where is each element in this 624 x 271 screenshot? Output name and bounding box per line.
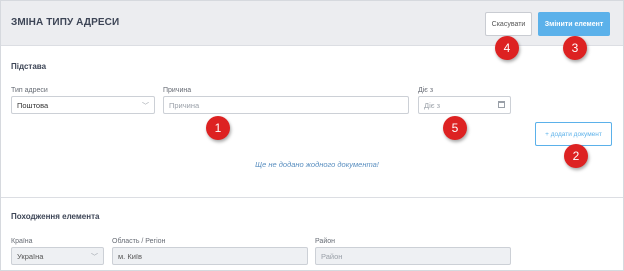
save-button[interactable]: Змінити елемент — [538, 12, 610, 36]
valid-from-date-input[interactable]: Діє з — [418, 96, 511, 114]
country-select: Україна ﹀ — [11, 247, 104, 265]
origin-section-title: Походження елемента — [11, 212, 100, 221]
country-label: Країна — [11, 238, 33, 245]
basis-section-title: Підстава — [11, 62, 47, 71]
reason-label: Причина — [163, 87, 192, 94]
reason-input[interactable]: Причина — [163, 96, 409, 114]
add-document-button[interactable]: + додати документ — [535, 122, 612, 146]
dialog-header: ЗМІНА ТИПУ АДРЕСИ Скасувати Змінити елем… — [1, 1, 623, 46]
chevron-down-icon: ﹀ — [142, 103, 149, 110]
address-type-value: Поштова — [17, 100, 49, 110]
region-label: Область / Регіон — [112, 238, 166, 245]
dialog-title: ЗМІНА ТИПУ АДРЕСИ — [11, 17, 120, 28]
valid-from-label: Діє з — [418, 87, 434, 94]
region-value: м. Київ — [118, 251, 142, 261]
address-type-select[interactable]: Поштова ﹀ — [11, 96, 155, 114]
country-value: Україна — [17, 251, 44, 261]
valid-from-placeholder: Діє з — [424, 100, 441, 110]
district-placeholder: Район — [321, 251, 343, 261]
region-field: м. Київ — [112, 247, 308, 265]
calendar-icon[interactable] — [498, 101, 505, 108]
empty-documents-message: Ще не додано жодного документа! — [255, 160, 379, 169]
chevron-down-icon: ﹀ — [91, 254, 98, 261]
cancel-button[interactable]: Скасувати — [485, 12, 532, 36]
callout-badge-4: 4 — [495, 36, 519, 60]
dialog-frame: ЗМІНА ТИПУ АДРЕСИ Скасувати Змінити елем… — [0, 0, 624, 271]
reason-placeholder: Причина — [169, 100, 200, 110]
district-field: Район — [315, 247, 511, 265]
callout-badge-2: 2 — [564, 144, 588, 168]
section-divider — [1, 197, 623, 198]
callout-badge-5: 5 — [443, 116, 467, 140]
callout-badge-1: 1 — [206, 116, 230, 140]
district-label: Район — [315, 238, 335, 245]
address-type-label: Тип адреси — [11, 87, 48, 94]
callout-badge-3: 3 — [563, 36, 587, 60]
